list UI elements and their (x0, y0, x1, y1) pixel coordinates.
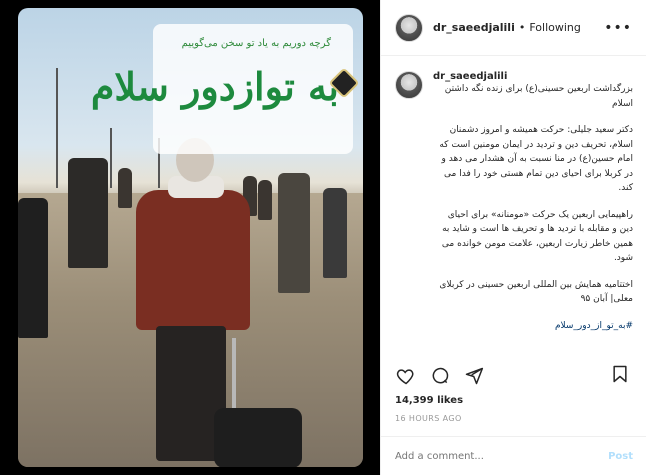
comment-bar: Post (381, 436, 646, 475)
post-photo: گرچه دوریم به یاد تو سخن می‌گوییم به توا… (18, 8, 363, 467)
post-sidebar: dr_saeedjalili • Following ••• dr_saeedj… (380, 0, 646, 475)
more-options-icon[interactable]: ••• (604, 20, 632, 36)
banner-main-text: به توازدور سلام (90, 64, 340, 109)
caption-paragraph: دکتر سعید جلیلی: حرکت همیشه و امروز دشمن… (439, 125, 633, 193)
caption-area: dr_saeedjalili بزرگداشت اربعین حسینی(ع) … (381, 57, 646, 353)
pilgrim-figure (136, 190, 250, 330)
caption-paragraph: بزرگداشت اربعین حسینی(ع) برای زنده نگه د… (444, 84, 633, 109)
separator-dot: • (518, 21, 526, 34)
username-link[interactable]: dr_saeedjalili (433, 21, 515, 34)
like-count[interactable]: 14,399 likes (395, 395, 463, 406)
banner-top-text: گرچه دوریم به یاد تو سخن می‌گوییم (181, 38, 331, 49)
caption-row: dr_saeedjalili بزرگداشت اربعین حسینی(ع) … (395, 71, 633, 345)
action-bar (381, 360, 646, 392)
bookmark-icon[interactable] (610, 364, 632, 386)
caption-text: بزرگداشت اربعین حسینی(ع) برای زنده نگه د… (433, 82, 633, 333)
post-header: dr_saeedjalili • Following ••• (381, 0, 646, 56)
caption-avatar[interactable] (395, 71, 423, 99)
caption-paragraph: اختتامیه همایش بین المللی اربعین حسینی د… (439, 279, 633, 305)
comment-input[interactable] (395, 450, 609, 462)
heart-icon[interactable] (395, 365, 417, 387)
banner-overlay: گرچه دوریم به یاد تو سخن می‌گوییم به توا… (91, 24, 360, 154)
caption-paragraph: راهپیمایی اربعین یک حرکت «مومنانه» برای … (441, 209, 633, 264)
avatar[interactable] (395, 13, 423, 42)
share-icon[interactable] (463, 365, 485, 387)
following-button[interactable]: Following (529, 21, 581, 34)
luggage (214, 408, 302, 467)
post-timestamp[interactable]: 16 HOURS AGO (395, 414, 462, 423)
post-comment-button[interactable]: Post (608, 451, 633, 462)
caption-username[interactable]: dr_saeedjalili (433, 71, 633, 82)
hashtag-link[interactable]: #به_تو_از_دور_سلام (433, 319, 633, 334)
instagram-post: گرچه دوریم به یاد تو سخن می‌گوییم به توا… (0, 0, 646, 475)
post-media[interactable]: گرچه دوریم به یاد تو سخن می‌گوییم به توا… (0, 0, 380, 475)
comment-icon[interactable] (429, 365, 451, 387)
